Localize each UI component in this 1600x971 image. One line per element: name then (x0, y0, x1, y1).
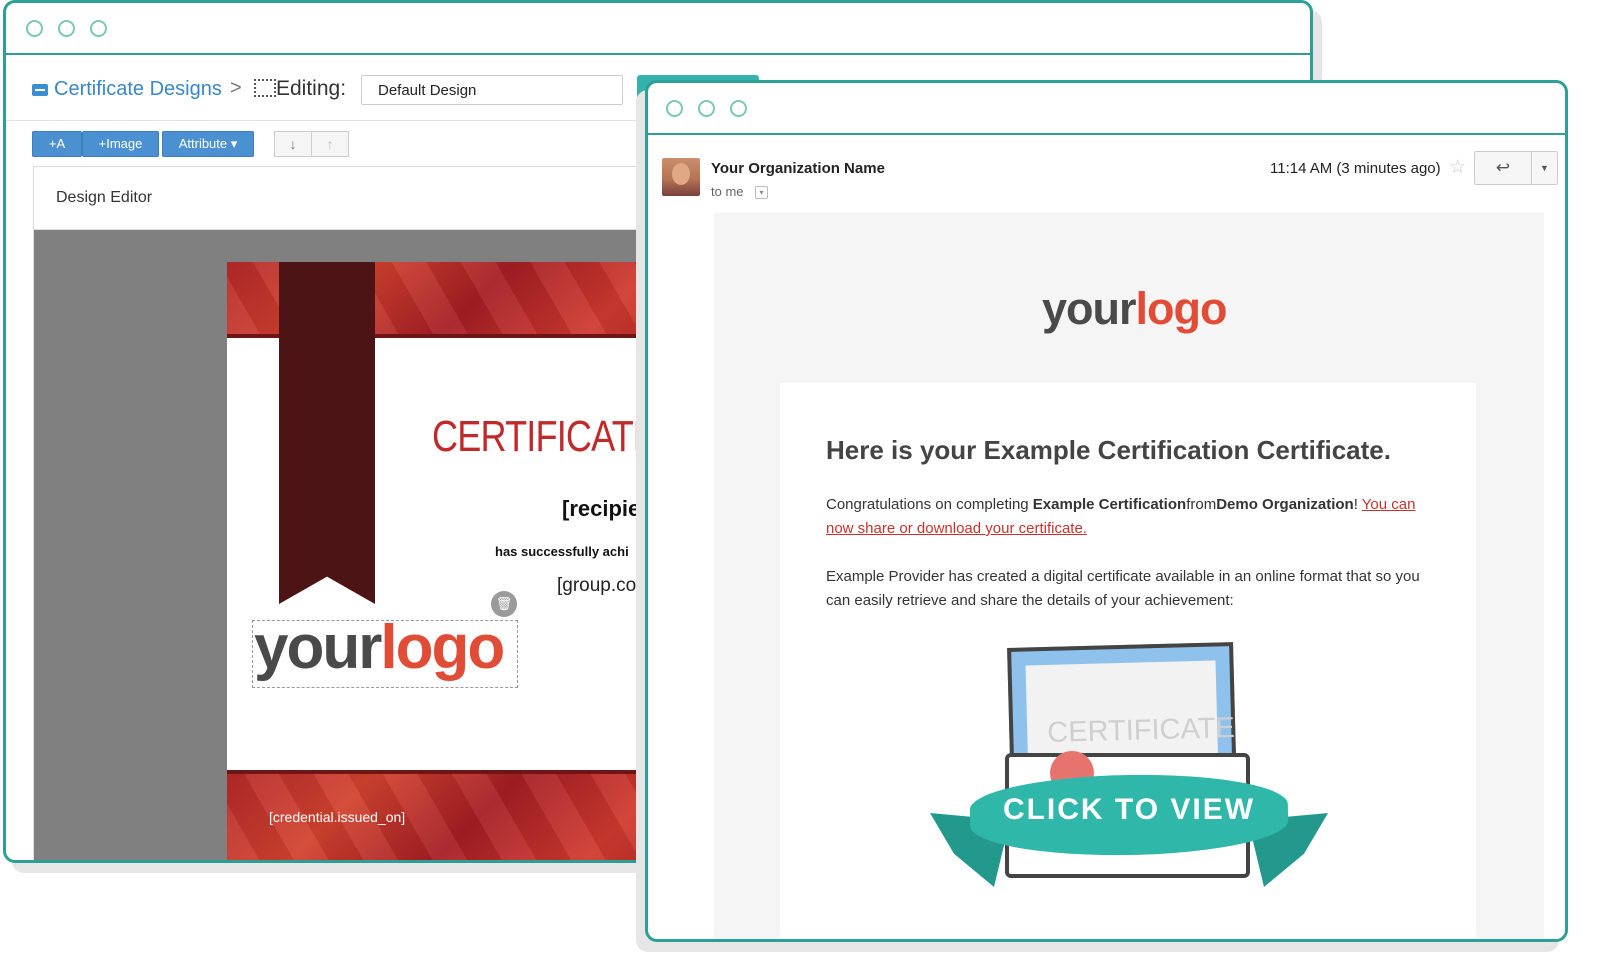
window-minimize-dot[interactable] (698, 100, 715, 117)
exclamation-text: ! (1353, 496, 1362, 513)
click-to-view-label[interactable]: CLICK TO VIEW (970, 793, 1288, 827)
email-body: yourlogo Here is your Example Certificat… (714, 213, 1544, 939)
reply-button[interactable]: ↩ (1474, 151, 1532, 185)
email-timestamp: 11:14 AM (3 minutes ago) (1270, 160, 1441, 177)
window-minimize-dot[interactable] (58, 20, 75, 37)
certificate-logo[interactable]: yourlogo (254, 612, 505, 683)
logo-word-logo: logo (380, 613, 505, 682)
editing-label: Editing: (276, 77, 347, 100)
logo-word-logo: logo (1135, 283, 1228, 334)
design-name-input[interactable] (361, 75, 623, 105)
certificate-designs-icon (32, 84, 48, 96)
window-close-dot[interactable] (666, 100, 683, 117)
move-up-button[interactable]: ↑ (311, 131, 349, 157)
window-close-dot[interactable] (26, 20, 43, 37)
move-down-button[interactable]: ↓ (274, 131, 312, 157)
details-dropdown-icon[interactable]: ▾ (755, 186, 768, 199)
logo-word-your: your (1042, 283, 1137, 334)
email-card: Here is your Example Certification Certi… (780, 383, 1476, 939)
congrats-text: Congratulations on completing (826, 496, 1033, 513)
window-maximize-dot[interactable] (730, 100, 747, 117)
more-options-button[interactable]: ▼ (1531, 151, 1558, 185)
edit-frame-icon (254, 79, 276, 97)
group-placeholder[interactable]: [group.cou (557, 575, 647, 597)
recipient-label: to me (711, 184, 744, 199)
window-maximize-dot[interactable] (90, 20, 107, 37)
email-header: Your Organization Name to me ▾ 11:14 AM … (648, 138, 1565, 218)
certification-name: Example Certification (1032, 496, 1187, 513)
sender-name: Your Organization Name (711, 160, 885, 177)
breadcrumb-separator-icon: > (230, 77, 242, 99)
congrats-paragraph: Congratulations on completing Example Ce… (826, 493, 1436, 541)
email-heading: Here is your Example Certification Certi… (826, 435, 1391, 465)
sender-avatar (662, 158, 700, 196)
email-window: Your Organization Name to me ▾ 11:14 AM … (645, 80, 1568, 942)
add-text-button[interactable]: +A (32, 131, 82, 157)
illustration-certificate-word: CERTIFICATE (1046, 712, 1236, 749)
star-icon[interactable]: ☆ (1449, 156, 1466, 179)
description-paragraph: Example Provider has created a digital c… (826, 568, 1420, 609)
achievement-text[interactable]: has successfully achi (495, 544, 629, 559)
delete-element-icon[interactable]: 🗑 (491, 591, 517, 617)
window-titlebar (6, 3, 1310, 55)
from-text: from (1186, 496, 1217, 513)
window-titlebar (648, 83, 1565, 135)
ribbon-decoration (279, 262, 375, 604)
click-to-view-illustration[interactable]: CERTIFICATE CLICK TO VIEW (930, 633, 1330, 913)
issued-on-placeholder[interactable]: [credential.issued_on] (269, 809, 405, 825)
email-logo: yourlogo (1042, 283, 1228, 335)
add-image-button[interactable]: +Image (82, 131, 159, 157)
logo-word-your: your (254, 613, 382, 682)
breadcrumb-certificate-designs[interactable]: Certificate Designs (54, 78, 222, 101)
organization-name: Demo Organization (1216, 496, 1354, 513)
attribute-dropdown-button[interactable]: Attribute ▾ (162, 131, 254, 157)
